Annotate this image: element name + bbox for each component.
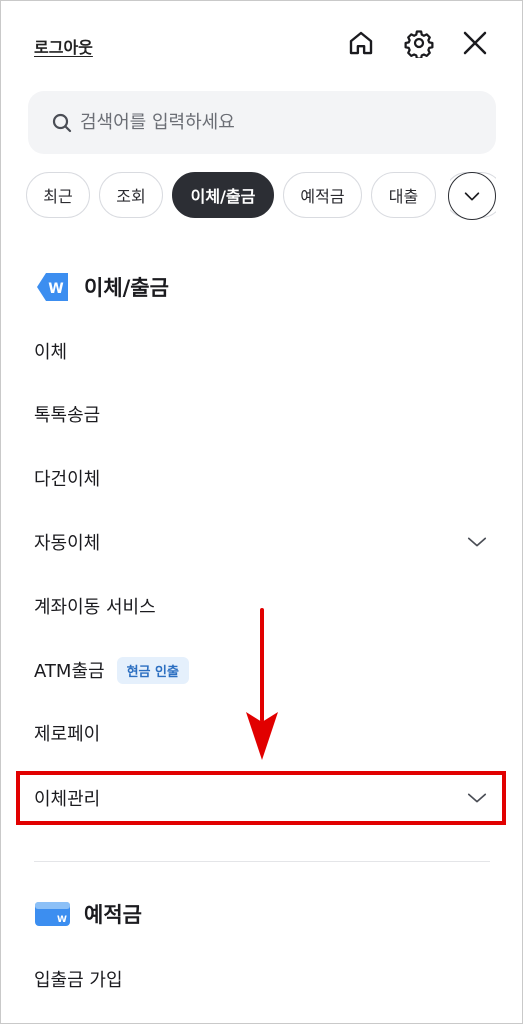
menu-item-label: 다건이체 [34,469,101,490]
menu-item-open-checking[interactable]: 입출금 가입 [34,961,492,997]
home-icon[interactable] [344,26,378,60]
svg-text:W: W [57,915,67,925]
transfer-section-icon: W [37,273,68,301]
menu-item-multi-transfer[interactable]: 다건이체 [34,460,492,496]
chevron-down-icon [467,537,487,547]
menu-item-label: 이체 [34,342,68,363]
menu-item-label: 계좌이동 서비스 [34,597,156,618]
logout-link[interactable]: 로그아웃 [34,34,93,58]
chip-expand-button[interactable] [448,172,496,220]
chip-deposit[interactable]: 예적금 [283,172,362,218]
menu-item-toktok-remit[interactable]: 톡톡송금 [34,396,492,432]
highlight-box [16,771,506,825]
svg-text:W: W [48,281,63,297]
section-divider [34,861,490,862]
gear-icon[interactable] [402,26,436,60]
chip-recent[interactable]: 최근 [26,172,90,218]
cash-withdraw-badge: 현금 인출 [116,656,189,684]
chip-inquiry[interactable]: 조회 [99,172,163,218]
menu-item-label: 톡톡송금 [34,405,101,426]
red-arrow-annotation [246,608,278,760]
search-bar[interactable] [28,91,496,154]
section-title: 이체/출금 [84,276,169,300]
deposit-section-icon: W [35,902,70,926]
chevron-down-icon [464,192,480,201]
menu-item-label: 자동이체 [34,533,101,554]
menu-item-auto-transfer[interactable]: 자동이체 [34,524,492,560]
top-bar: 로그아웃 [0,0,523,88]
category-chips: 최근 조회 이체/출금 예적금 대출 [26,172,496,218]
chip-loan[interactable]: 대출 [371,172,436,218]
search-icon [52,113,72,132]
close-icon[interactable] [458,26,492,60]
section-header-deposit: W 예적금 [34,898,142,930]
menu-item-label: 입출금 가입 [34,970,123,991]
section-title: 예적금 [84,903,142,927]
menu-item-label: ATM출금 [34,661,105,682]
menu-item-label: 제로페이 [34,724,101,745]
section-header-transfer: W 이체/출금 [34,270,169,304]
search-input[interactable] [80,112,460,133]
menu-item-transfer[interactable]: 이체 [34,333,492,369]
chip-transfer[interactable]: 이체/출금 [172,172,274,218]
